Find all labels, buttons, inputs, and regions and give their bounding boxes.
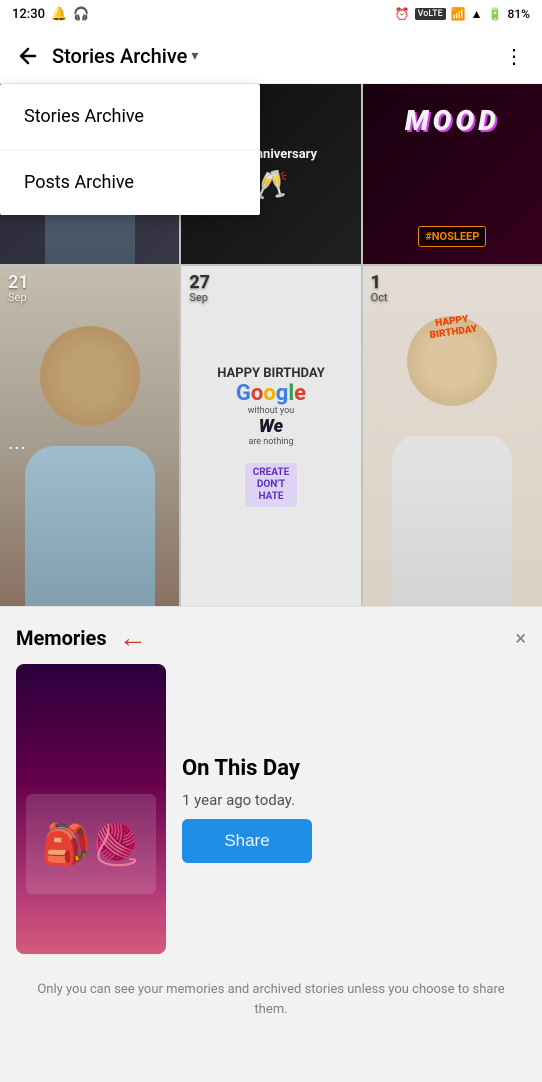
notification-icon: 🔔 <box>51 7 67 22</box>
dropdown-item-stories-archive[interactable]: Stories Archive <box>0 84 260 150</box>
status-left: 12:30 🔔 🎧 <box>12 7 89 22</box>
dropdown-arrow-icon[interactable]: ▾ <box>191 48 198 64</box>
wifi-icon: 📶 <box>451 7 466 21</box>
top-bar: Stories Archive ▾ ⋮ <box>0 28 542 84</box>
status-right: ⏰ VoLTE 📶 ▲ 🔋 81% <box>395 7 530 21</box>
media-icon: 🎧 <box>73 7 89 22</box>
back-button[interactable] <box>8 36 48 76</box>
dropdown-item-posts-archive[interactable]: Posts Archive <box>0 150 260 215</box>
volte-badge: VoLTE <box>415 8 446 20</box>
more-options-button[interactable]: ⋮ <box>494 36 534 76</box>
battery-icon: 🔋 <box>488 7 503 21</box>
status-bar: 12:30 🔔 🎧 ⏰ VoLTE 📶 ▲ 🔋 81% <box>0 0 542 28</box>
alarm-icon: ⏰ <box>395 7 410 21</box>
signal-icon: ▲ <box>471 7 483 21</box>
dropdown-menu: Stories Archive Posts Archive <box>0 84 260 215</box>
dropdown-overlay[interactable] <box>0 84 542 1082</box>
page-title: Stories Archive <box>52 44 187 68</box>
time-display: 12:30 <box>12 7 45 22</box>
battery-level: 81% <box>508 7 530 21</box>
title-area: Stories Archive ▾ <box>52 44 494 68</box>
